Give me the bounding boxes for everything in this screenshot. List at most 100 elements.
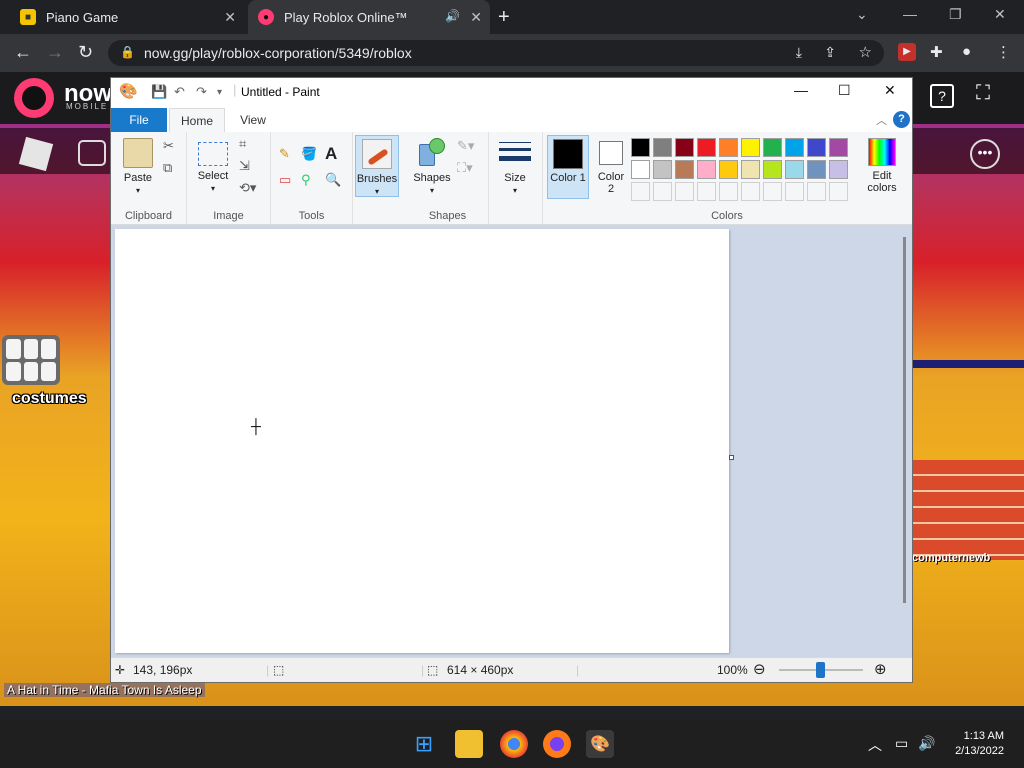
tab-home[interactable]: Home [169,108,225,132]
pencil-icon[interactable]: ✎ [279,146,290,162]
quick-access-dropdown-icon[interactable]: ▾ [217,87,222,98]
palette-swatch[interactable] [697,182,716,201]
palette-swatch[interactable] [763,182,782,201]
close-icon[interactable]: ✕ [884,82,896,99]
palette-swatch[interactable] [675,182,694,201]
close-tab-icon[interactable]: ✕ [470,9,482,26]
brushes-button[interactable]: Brushes ▾ [355,135,399,197]
volume-icon[interactable]: 🔊 [918,735,935,752]
close-window-icon[interactable]: ✕ [994,6,1006,23]
palette-swatch[interactable] [719,160,738,179]
extensions-puzzle-icon[interactable]: ✚ [930,43,943,61]
fill-icon[interactable]: ⛶▾ [457,160,473,176]
chat-icon[interactable] [78,140,106,166]
text-tool-icon[interactable]: A [325,144,337,164]
menu-kebab-icon[interactable]: ⋮ [996,43,1011,61]
palette-swatch[interactable] [653,160,672,179]
share-icon[interactable]: ⇪ [824,44,836,61]
install-icon[interactable]: ⤓ [796,44,802,61]
address-bar[interactable]: 🔒 now.gg/play/roblox-corporation/5349/ro… [108,40,884,66]
palette-swatch[interactable] [719,182,738,201]
outline-icon[interactable]: ✎▾ [457,138,474,154]
color2-button[interactable]: Color 2 [593,135,629,195]
palette-swatch[interactable] [719,138,738,157]
palette-swatch[interactable] [653,138,672,157]
zoom-slider-thumb[interactable] [816,662,825,678]
clock[interactable]: 1:13 AM 2/13/2022 [955,729,1004,759]
palette-swatch[interactable] [829,138,848,157]
palette-swatch[interactable] [829,160,848,179]
zoom-out-icon[interactable]: ⊖ [753,660,766,678]
fullscreen-icon[interactable]: ⛶ [976,82,990,105]
size-button[interactable]: Size ▾ [495,138,535,196]
bookmark-star-icon[interactable]: ☆ [859,43,872,61]
help-icon[interactable]: ? [893,111,910,128]
costumes-label[interactable]: costumes [12,390,87,408]
tab-piano-game[interactable]: ■ Piano Game ✕ [10,0,244,34]
zoom-in-icon[interactable]: ⊕ [874,660,887,678]
profile-icon[interactable]: ● [962,43,971,60]
close-tab-icon[interactable]: ✕ [224,9,236,26]
palette-swatch[interactable] [631,138,650,157]
palette-swatch[interactable] [741,138,760,157]
palette-swatch[interactable] [807,160,826,179]
more-options-icon[interactable]: ••• [970,139,1000,169]
select-button[interactable]: Select ▾ [193,138,233,194]
undo-icon[interactable]: ↶ [174,84,185,100]
palette-swatch[interactable] [653,182,672,201]
palette-swatch[interactable] [675,160,694,179]
tab-view[interactable]: View [229,108,277,132]
resize-icon[interactable]: ⇲ [239,158,250,174]
palette-swatch[interactable] [807,182,826,201]
lock-icon[interactable]: 🔒 [120,45,135,59]
forward-icon[interactable]: → [46,42,64,63]
file-explorer-icon[interactable] [455,730,483,758]
back-icon[interactable]: ← [14,42,32,63]
drawing-canvas[interactable] [115,229,729,653]
paste-button[interactable]: Paste ▾ [119,138,157,196]
palette-swatch[interactable] [807,138,826,157]
chrome-icon[interactable] [500,730,528,758]
palette-swatch[interactable] [785,182,804,201]
restore-icon[interactable]: ❐ [949,6,962,23]
save-icon[interactable]: 💾 [151,84,167,100]
palette-swatch[interactable] [785,160,804,179]
costumes-grid-icon[interactable] [2,335,60,385]
palette-swatch[interactable] [785,138,804,157]
windows-start-icon[interactable]: ⊞ [410,730,438,758]
palette-swatch[interactable] [631,182,650,201]
youtube-extension-icon[interactable]: ▶ [898,43,916,61]
paint-app-icon[interactable]: 🎨 [119,82,138,100]
color1-button[interactable]: Color 1 [547,135,589,199]
palette-swatch[interactable] [631,160,650,179]
palette-swatch[interactable] [741,160,760,179]
edit-colors-button[interactable]: Edit colors [855,138,909,194]
tab-search-icon[interactable]: ⌄ [856,6,868,23]
shapes-button[interactable]: Shapes ▾ [411,138,453,196]
tray-overflow-icon[interactable]: ︿ [868,735,882,755]
maximize-icon[interactable]: ☐ [838,82,851,99]
palette-swatch[interactable] [829,182,848,201]
rotate-icon[interactable]: ⟲▾ [239,180,256,196]
crop-icon[interactable]: ⌗ [239,136,246,152]
palette-swatch[interactable] [697,138,716,157]
file-menu[interactable]: File [111,108,167,132]
minimize-icon[interactable]: — [903,6,917,22]
color-picker-icon[interactable]: ⚲ [301,172,311,188]
collapse-ribbon-icon[interactable]: ︿ [876,112,887,128]
palette-swatch[interactable] [697,160,716,179]
eraser-icon[interactable]: ▭ [279,172,291,188]
minimize-icon[interactable]: — [794,82,808,98]
tab-roblox[interactable]: ● Play Roblox Online™ 🔊 ✕ [248,0,490,34]
help-icon[interactable]: ? [930,84,954,108]
copy-icon[interactable]: ⧉ [163,160,172,176]
magnifier-icon[interactable]: 🔍 [325,172,341,188]
palette-swatch[interactable] [741,182,760,201]
canvas-resize-handle[interactable] [729,455,734,460]
redo-icon[interactable]: ↷ [196,84,207,100]
network-icon[interactable]: ▭ [895,735,908,752]
new-tab-button[interactable]: + [498,6,510,29]
paint-taskbar-icon[interactable]: 🎨 [586,730,614,758]
palette-swatch[interactable] [675,138,694,157]
reload-icon[interactable]: ↻ [78,42,93,63]
